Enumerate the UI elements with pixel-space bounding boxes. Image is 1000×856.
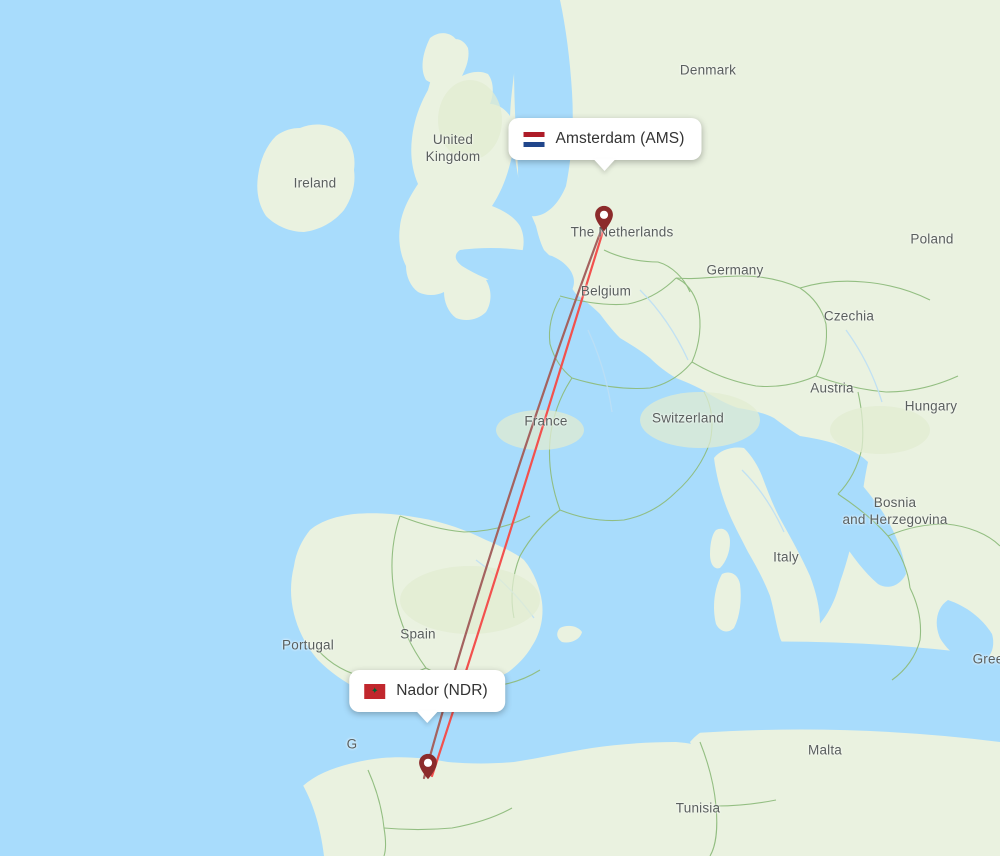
destination-airport-tooltip[interactable]: ✦ Nador (NDR) xyxy=(349,670,505,723)
water-north-sea xyxy=(514,0,573,217)
map-pin-icon xyxy=(419,753,437,780)
origin-airport-marker[interactable] xyxy=(594,205,614,232)
flight-route-map[interactable]: Denmark United Kingdom Ireland The Netherlan… xyxy=(0,0,1000,856)
destination-airport-label: Nador (NDR) xyxy=(396,682,488,699)
origin-airport-label: Amsterdam (AMS) xyxy=(555,130,685,147)
origin-airport-tooltip[interactable]: Amsterdam (AMS) xyxy=(508,118,702,171)
tooltip-tail xyxy=(416,711,438,723)
tooltip-tail xyxy=(594,159,616,171)
map-pin-icon xyxy=(595,205,613,232)
destination-airport-marker[interactable] xyxy=(418,753,438,780)
flag-morocco-icon: ✦ xyxy=(364,683,386,699)
flag-netherlands-icon xyxy=(523,131,545,147)
water-atlantic-iberia xyxy=(0,500,336,778)
map-basemap xyxy=(0,0,1000,856)
